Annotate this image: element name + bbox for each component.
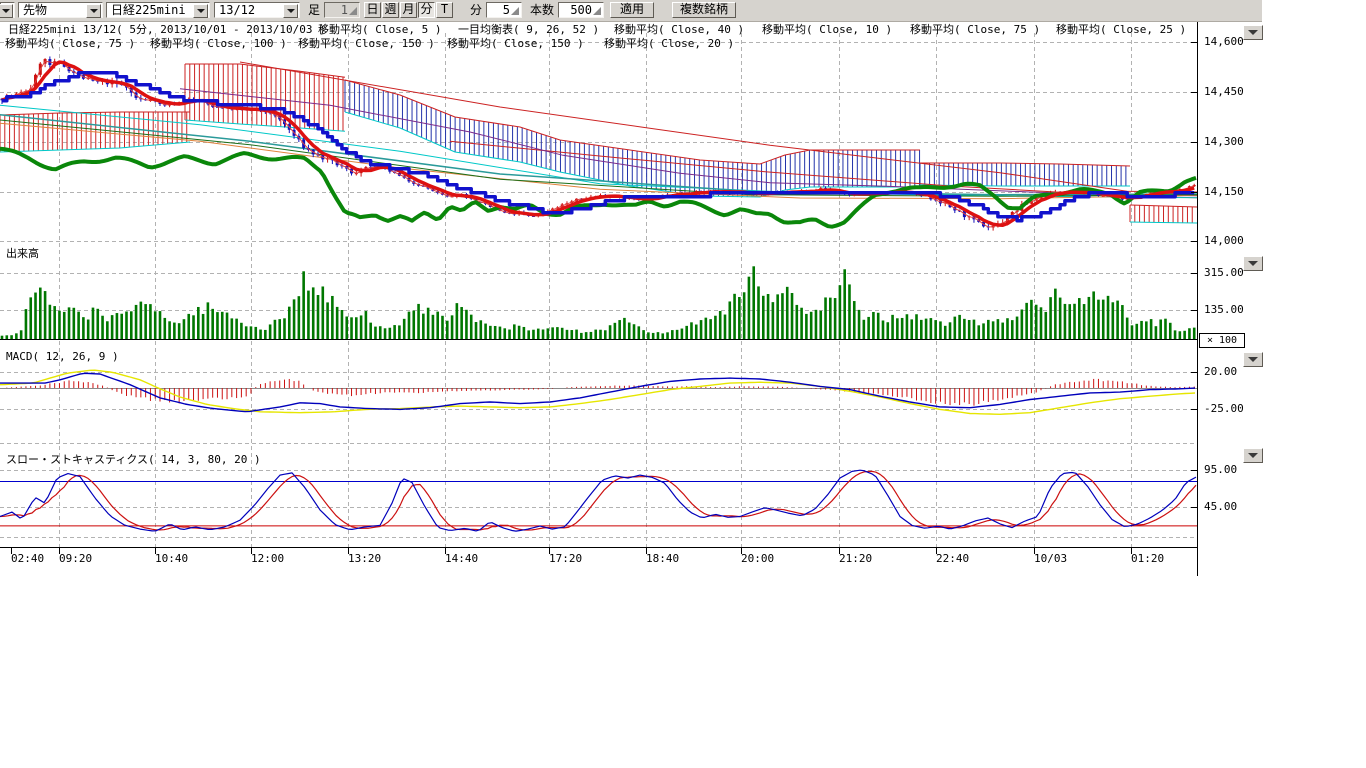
stoch-panel bbox=[0, 470, 1197, 547]
macd-axis-label: 20.00 bbox=[1204, 366, 1237, 378]
indicator-label: 移動平均( Close, 40 ) bbox=[614, 24, 744, 36]
indicator-label: 一目均衡表( 9, 26, 52 ) bbox=[458, 24, 599, 36]
price-axis-label: 14,450 bbox=[1204, 86, 1244, 98]
chevron-down-icon bbox=[1248, 453, 1258, 458]
volume-bars bbox=[0, 266, 1197, 339]
contract-dropdown-value: 13/12 bbox=[219, 3, 255, 17]
stoch-panel-menu-button[interactable] bbox=[1243, 448, 1263, 463]
stoch-axis-label: 45.00 bbox=[1204, 501, 1237, 513]
chevron-down-icon[interactable] bbox=[193, 4, 208, 18]
macd-panel bbox=[0, 370, 1197, 414]
spinner-icon[interactable] bbox=[511, 7, 519, 15]
volume-panel-title: 出来高 bbox=[6, 248, 39, 260]
period-minute-button[interactable]: 分 bbox=[418, 2, 435, 18]
corner-dropdown[interactable] bbox=[0, 2, 15, 18]
indicator-label: 移動平均( Close, 150 ) bbox=[447, 38, 584, 50]
multi-symbol-button[interactable]: 複数銘柄 bbox=[672, 2, 736, 18]
bar-type-label: 足 bbox=[308, 2, 320, 18]
bar-count-value: 500 bbox=[570, 3, 592, 17]
toolbar: 先物 日経225mini 13/12 足 1 日 週 月 分 T 分 5 本数 … bbox=[0, 0, 1262, 22]
stoch-panel-title: スロー・ストキャスティクス( 14, 3, 80, 20 ) bbox=[6, 454, 261, 466]
contract-month-dropdown[interactable]: 13/12 bbox=[214, 2, 300, 18]
minutes-label: 分 bbox=[470, 2, 482, 18]
ma-fast-thin bbox=[2, 61, 1194, 227]
spinner-icon[interactable] bbox=[593, 7, 601, 15]
chevron-down-icon[interactable] bbox=[0, 4, 13, 18]
market-dropdown-value: 先物 bbox=[23, 3, 47, 17]
minutes-field[interactable]: 5 bbox=[486, 2, 522, 18]
volume-multiplier-badge: × 100 bbox=[1199, 333, 1245, 348]
minutes-value: 5 bbox=[503, 3, 510, 17]
period-month-button[interactable]: 月 bbox=[400, 2, 417, 18]
chevron-down-icon bbox=[1248, 357, 1258, 362]
chevron-down-icon[interactable] bbox=[86, 4, 101, 18]
bar-count-label: 本数 bbox=[530, 2, 554, 18]
market-dropdown[interactable]: 先物 bbox=[18, 2, 103, 18]
price-panel-menu-button[interactable] bbox=[1243, 25, 1263, 40]
grid bbox=[0, 33, 1197, 547]
macd-panel-title: MACD( 12, 26, 9 ) bbox=[6, 351, 119, 363]
bar-interval-field[interactable]: 1 bbox=[324, 2, 360, 18]
indicator-label: 移動平均( Close, 75 ) bbox=[5, 38, 135, 50]
spinner-icon[interactable] bbox=[349, 7, 357, 15]
indicator-label: 移動平均( Close, 100 ) bbox=[150, 38, 287, 50]
time-axis-label: 12:00 bbox=[251, 553, 284, 565]
period-tick-button[interactable]: T bbox=[436, 2, 453, 18]
price-axis-label: 14,600 bbox=[1204, 36, 1244, 48]
price-axis-label: 14,300 bbox=[1204, 136, 1244, 148]
app-window: 先物 日経225mini 13/12 足 1 日 週 月 分 T 分 5 本数 … bbox=[0, 0, 1366, 768]
volume-axis-label: 135.00 bbox=[1204, 304, 1244, 316]
time-axis-label: 10:40 bbox=[155, 553, 188, 565]
price-axis-label: 14,150 bbox=[1204, 186, 1244, 198]
time-axis-label: 10/03 bbox=[1034, 553, 1067, 565]
chevron-down-icon[interactable] bbox=[283, 4, 298, 18]
time-axis-label: 18:40 bbox=[646, 553, 679, 565]
chevron-down-icon bbox=[1248, 261, 1258, 266]
time-axis-label: 09:20 bbox=[59, 553, 92, 565]
bar-interval-value: 1 bbox=[341, 3, 348, 17]
indicator-label: 日経225mini 13/12( 5分, 2013/10/01 - 2013/1… bbox=[8, 24, 326, 36]
price-axis-label: 14,000 bbox=[1204, 235, 1244, 247]
symbol-dropdown-value: 日経225mini bbox=[111, 3, 186, 17]
indicator-label: 移動平均( Close, 5 ) bbox=[318, 24, 441, 36]
ma-red-thick bbox=[2, 62, 1194, 225]
time-axis-label: 20:00 bbox=[741, 553, 774, 565]
time-axis-label: 02:40 bbox=[11, 553, 44, 565]
period-week-button[interactable]: 週 bbox=[382, 2, 399, 18]
bar-count-field[interactable]: 500 bbox=[558, 2, 604, 18]
indicator-label: 移動平均( Close, 25 ) bbox=[1056, 24, 1186, 36]
indicator-label: 移動平均( Close, 20 ) bbox=[604, 38, 734, 50]
time-axis-label: 01:20 bbox=[1131, 553, 1164, 565]
time-axis-label: 21:20 bbox=[839, 553, 872, 565]
apply-button[interactable]: 適用 bbox=[610, 2, 654, 18]
indicator-label: 移動平均( Close, 150 ) bbox=[298, 38, 435, 50]
indicator-label: 移動平均( Close, 10 ) bbox=[762, 24, 892, 36]
chevron-down-icon bbox=[1248, 30, 1258, 35]
symbol-dropdown[interactable]: 日経225mini bbox=[106, 2, 210, 18]
macd-axis-label: -25.00 bbox=[1204, 403, 1244, 415]
chart-canvas[interactable] bbox=[0, 0, 1366, 768]
period-day-button[interactable]: 日 bbox=[364, 2, 381, 18]
macd-panel-menu-button[interactable] bbox=[1243, 352, 1263, 367]
volume-axis-label: 315.00 bbox=[1204, 267, 1244, 279]
time-axis-label: 14:40 bbox=[445, 553, 478, 565]
indicator-label: 移動平均( Close, 75 ) bbox=[910, 24, 1040, 36]
volume-panel-menu-button[interactable] bbox=[1243, 256, 1263, 271]
time-axis-label: 17:20 bbox=[549, 553, 582, 565]
stoch-axis-label: 95.00 bbox=[1204, 464, 1237, 476]
time-axis-label: 22:40 bbox=[936, 553, 969, 565]
time-axis-label: 13:20 bbox=[348, 553, 381, 565]
